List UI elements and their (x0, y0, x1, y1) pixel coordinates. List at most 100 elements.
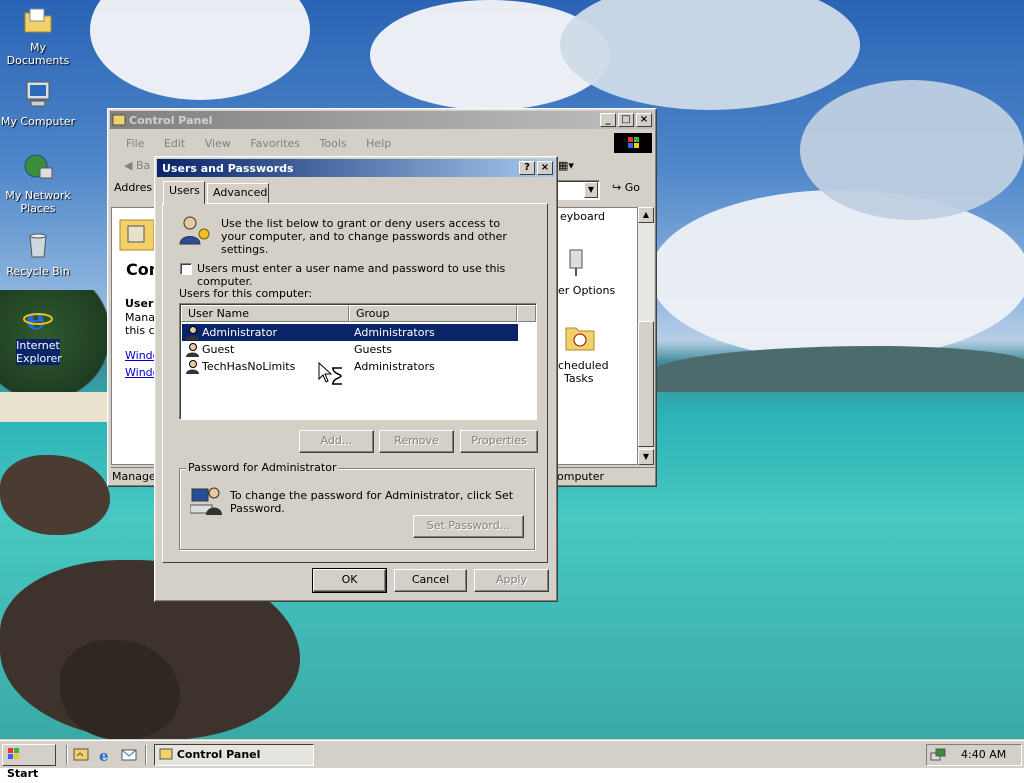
tab-users[interactable]: Users (163, 181, 205, 204)
apply-button[interactable]: Apply (474, 569, 549, 592)
close-button[interactable]: × (636, 113, 652, 127)
cloud (90, 0, 310, 100)
desktop-icon-label: Internet Explorer (16, 339, 62, 365)
keyboard-item-label[interactable]: eyboard (560, 210, 605, 223)
ok-button[interactable]: OK (312, 568, 387, 593)
internet-explorer-icon: e (23, 302, 53, 337)
power-options-label[interactable]: er Options (558, 284, 615, 297)
desktop-icon-label: My Documents (6, 41, 70, 67)
computer-icon (26, 81, 50, 107)
user-group: Administrators (354, 326, 435, 339)
svg-text:e: e (99, 747, 109, 763)
network-connection-icon[interactable] (930, 747, 946, 763)
vertical-scrollbar[interactable]: ▲ ▼ (638, 207, 654, 465)
column-header-username[interactable]: User Name (181, 305, 349, 322)
back-label: Ba (135, 159, 151, 172)
user-group: Administrators (354, 360, 435, 373)
menu-bar: File Edit View Favorites Tools Help (118, 135, 399, 153)
power-options-icon (569, 249, 583, 276)
address-dropdown-icon[interactable]: ▼ (584, 182, 598, 198)
desktop-icon-recycle-bin[interactable]: Recycle Bin (0, 228, 76, 278)
cloud (560, 0, 860, 110)
intro-text: Use the list below to grant or deny user… (221, 217, 507, 256)
menu-edit[interactable]: Edit (164, 137, 185, 150)
menu-favorites[interactable]: Favorites (250, 137, 300, 150)
remove-user-button[interactable]: Remove (379, 430, 454, 453)
window-title: Control Panel (129, 113, 213, 127)
scheduled-tasks-label[interactable]: cheduled (558, 359, 609, 372)
internet-explorer-icon[interactable]: e (97, 747, 113, 763)
dialog-title: Users and Passwords (162, 161, 294, 175)
start-button[interactable]: Start (2, 744, 56, 780)
clock[interactable]: 4:40 AM (961, 748, 1006, 761)
menu-file[interactable]: File (126, 137, 144, 150)
outlook-express-icon[interactable] (121, 747, 137, 763)
menu-help[interactable]: Help (366, 137, 391, 150)
desktop-icon-internet-explorer[interactable]: e Internet Explorer (0, 302, 76, 365)
taskbar-item-control-panel[interactable]: Control Panel (154, 744, 314, 766)
folder-documents-icon (24, 8, 52, 33)
start-label: Start (7, 767, 39, 780)
scroll-down-icon[interactable]: ▼ (638, 449, 654, 465)
checkbox-label: Users must enter a user name and passwor… (197, 262, 506, 288)
list-item[interactable]: TechHasNoLimits Administrators (182, 358, 518, 375)
list-item[interactable]: Guest Guests (182, 341, 518, 358)
control-panel-icon (112, 114, 126, 126)
scheduled-tasks-icon (565, 327, 595, 351)
beach (0, 392, 110, 422)
users-list[interactable]: User Name Group Administrator Administra… (179, 303, 537, 420)
add-user-button[interactable]: Add... (299, 430, 374, 453)
control-panel-icon (159, 748, 173, 760)
back-arrow-icon: ◀ (124, 159, 133, 172)
desktop-icon-my-computer[interactable]: My Computer (0, 78, 76, 128)
windows-logo (614, 133, 652, 153)
desktop-icon-label: My Computer (0, 115, 76, 128)
users-tab-panel: Use the list below to grant or deny user… (162, 203, 548, 563)
column-header-filler (517, 305, 536, 322)
desktop-icon-label: My Network Places (5, 189, 71, 215)
help-button[interactable]: ? (519, 161, 535, 175)
users-passwords-dialog: Users and Passwords ? × Users Advanced U… (154, 156, 558, 602)
require-login-checkbox[interactable] (180, 263, 192, 275)
desktop-icon-network[interactable]: My Network Places (0, 152, 76, 215)
cancel-button[interactable]: Cancel (394, 569, 467, 592)
user-group: Guests (354, 343, 393, 356)
list-item[interactable]: Administrator Administrators (182, 324, 518, 341)
set-password-button[interactable]: Set Password... (413, 515, 524, 538)
menu-view[interactable]: View (205, 137, 231, 150)
minimize-button[interactable]: _ (600, 113, 616, 127)
go-button[interactable]: ↪ Go (612, 181, 640, 194)
desktop-icon-my-documents[interactable]: My Documents (0, 4, 76, 67)
control-panel-large-icon (119, 219, 155, 251)
scroll-thumb[interactable] (638, 321, 654, 447)
hill (650, 346, 1024, 392)
user-icon (186, 343, 199, 357)
properties-button[interactable]: Properties (460, 430, 538, 453)
tab-advanced[interactable]: Advanced (207, 183, 269, 203)
busy-cursor-icon (318, 362, 342, 385)
views-button[interactable]: ▦▾ (558, 159, 574, 172)
address-bar[interactable]: ▼ (554, 180, 600, 200)
column-header-group[interactable]: Group (349, 305, 517, 322)
windows-flag-icon (628, 137, 639, 148)
system-tray: 4:40 AM (926, 744, 1022, 766)
back-button[interactable]: ◀ Ba (124, 159, 150, 172)
password-group-title: Password for Administrator (186, 461, 339, 474)
scroll-up-icon[interactable]: ▲ (638, 207, 654, 223)
cloud (650, 190, 1024, 360)
close-button[interactable]: × (537, 161, 553, 175)
svg-text:e: e (26, 302, 45, 334)
rock (0, 455, 110, 535)
status-zone: omputer (557, 470, 605, 483)
password-group: Password for Administrator To change the… (179, 461, 535, 550)
control-panel-titlebar[interactable]: Control Panel _ □ × (110, 111, 654, 129)
maximize-button[interactable]: □ (618, 113, 634, 127)
scheduled-tasks-label[interactable]: Tasks (564, 372, 593, 385)
show-desktop-icon[interactable] (73, 747, 89, 763)
quick-launch-divider (66, 745, 68, 765)
taskbar-item-label: Control Panel (176, 748, 261, 761)
dialog-titlebar[interactable]: Users and Passwords ? × (157, 159, 555, 177)
menu-tools[interactable]: Tools (320, 137, 347, 150)
list-label: Users for this computer: (179, 287, 313, 300)
desktop: My Documents My Computer My Network Plac… (0, 0, 1024, 740)
